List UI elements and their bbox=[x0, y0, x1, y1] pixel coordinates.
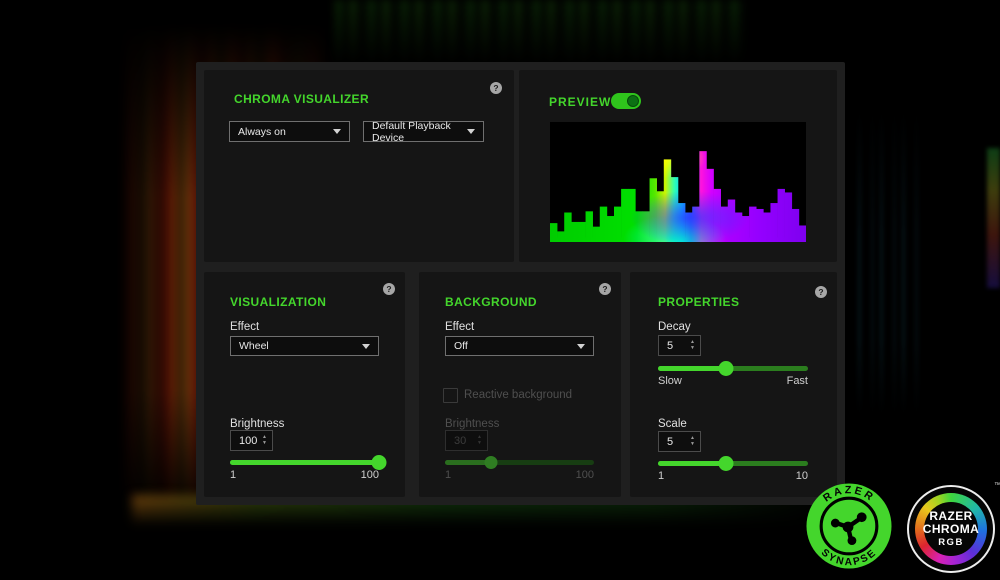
spinner-down-icon[interactable]: ▼ bbox=[690, 346, 695, 351]
slider-fill bbox=[230, 460, 379, 465]
preview-toggle[interactable] bbox=[611, 93, 641, 109]
slider-min-label: 1 bbox=[230, 469, 236, 481]
panel-visualization: ? VISUALIZATION Effect Wheel Brightness … bbox=[204, 272, 405, 497]
background-brightness-spinner: 30 ▲ ▼ bbox=[445, 430, 488, 451]
panel-title: CHROMA VISUALIZER bbox=[234, 92, 369, 106]
visualization-effect-dropdown[interactable]: Wheel bbox=[230, 336, 379, 356]
toggle-knob bbox=[627, 95, 639, 107]
spinner-down-icon[interactable]: ▼ bbox=[690, 442, 695, 447]
slider-min-label: Slow bbox=[658, 375, 682, 387]
scale-slider[interactable] bbox=[658, 456, 808, 471]
chevron-down-icon bbox=[577, 344, 585, 349]
panel-preview: PREVIEW bbox=[519, 70, 837, 262]
dropdown-value: Wheel bbox=[239, 340, 269, 352]
help-icon[interactable]: ? bbox=[815, 286, 827, 298]
panel-title: BACKGROUND bbox=[445, 295, 537, 309]
slider-max-label: 100 bbox=[361, 469, 379, 481]
slider-thumb[interactable] bbox=[372, 455, 387, 470]
slider-thumb[interactable] bbox=[718, 456, 733, 471]
brightness-label: Brightness bbox=[230, 418, 284, 430]
spectrum-bars-chart bbox=[550, 122, 806, 242]
dropdown-value: Default Playback Device bbox=[372, 120, 461, 144]
slider-max-label: Fast bbox=[787, 375, 808, 387]
spectrum-preview bbox=[550, 122, 806, 242]
reactive-background-checkbox[interactable] bbox=[443, 388, 458, 403]
slider-fill bbox=[658, 366, 726, 371]
scale-label: Scale bbox=[658, 418, 687, 430]
reactive-background-label: Reactive background bbox=[464, 389, 572, 401]
decay-slider[interactable] bbox=[658, 361, 808, 376]
spinner-down-icon[interactable]: ▼ bbox=[262, 441, 267, 446]
panel-properties: ? PROPERTIES Decay 5 ▲ ▼ Slow Fast Scale… bbox=[630, 272, 837, 497]
scale-spinner[interactable]: 5 ▲ ▼ bbox=[658, 431, 701, 452]
screen: CHROMA VISUALIZER ? Always on Default Pl… bbox=[0, 0, 1000, 580]
spinner-value: 5 bbox=[667, 340, 673, 352]
playback-device-dropdown[interactable]: Default Playback Device bbox=[363, 121, 484, 142]
spinner-value: 100 bbox=[239, 435, 257, 447]
background-right-teal-bars bbox=[852, 112, 918, 414]
brightness-label: Brightness bbox=[445, 418, 499, 430]
panel-background: ? BACKGROUND Effect Off Reactive backgro… bbox=[419, 272, 621, 497]
background-green-bars-glow bbox=[335, 0, 745, 66]
dropdown-value: Off bbox=[454, 340, 468, 352]
slider-max-label: 10 bbox=[796, 470, 808, 482]
panel-title: PROPERTIES bbox=[658, 295, 739, 309]
chroma-logo-line1: RAZER bbox=[929, 510, 972, 523]
background-right-edge-color-strip bbox=[987, 148, 1000, 288]
decay-label: Decay bbox=[658, 321, 691, 333]
help-icon[interactable]: ? bbox=[490, 82, 502, 94]
background-effect-dropdown[interactable]: Off bbox=[445, 336, 594, 356]
trademark-symbol: ™ bbox=[994, 482, 1000, 489]
slider-min-label: 1 bbox=[445, 469, 451, 481]
chroma-logo-line2: CHROMA bbox=[923, 523, 979, 536]
chroma-logo-center: RAZER CHROMA RGB bbox=[924, 502, 978, 556]
panel-title: VISUALIZATION bbox=[230, 295, 326, 309]
chevron-down-icon bbox=[362, 344, 370, 349]
visualizer-mode-dropdown[interactable]: Always on bbox=[229, 121, 350, 142]
effect-label: Effect bbox=[230, 321, 259, 333]
help-icon[interactable]: ? bbox=[599, 283, 611, 295]
preview-label: PREVIEW bbox=[549, 95, 611, 109]
slider-min-label: 1 bbox=[658, 470, 664, 482]
spinner-value: 5 bbox=[667, 436, 673, 448]
slider-fill bbox=[658, 461, 726, 466]
razer-synapse-logo: RAZER SYNAPSE bbox=[806, 483, 892, 569]
decay-spinner[interactable]: 5 ▲ ▼ bbox=[658, 335, 701, 356]
brightness-spinner[interactable]: 100 ▲ ▼ bbox=[230, 430, 273, 451]
chevron-down-icon bbox=[333, 129, 341, 134]
chevron-down-icon bbox=[467, 129, 475, 134]
panel-chroma-visualizer: CHROMA VISUALIZER ? Always on Default Pl… bbox=[204, 70, 514, 262]
help-icon[interactable]: ? bbox=[383, 283, 395, 295]
dropdown-value: Always on bbox=[238, 126, 286, 138]
background-brightness-slider bbox=[445, 455, 594, 470]
razer-chroma-rgb-logo: RAZER CHROMA RGB ™ bbox=[907, 485, 995, 573]
effect-label: Effect bbox=[445, 321, 474, 333]
chroma-logo-line3: RGB bbox=[938, 538, 964, 549]
spinner-down-icon: ▼ bbox=[477, 441, 482, 446]
slider-thumb[interactable] bbox=[718, 361, 733, 376]
brightness-slider[interactable] bbox=[230, 455, 379, 470]
razer-synapse-badge-icon: RAZER SYNAPSE bbox=[806, 483, 892, 569]
slider-thumb bbox=[485, 456, 498, 469]
slider-max-label: 100 bbox=[576, 469, 594, 481]
spinner-value: 30 bbox=[454, 435, 466, 447]
